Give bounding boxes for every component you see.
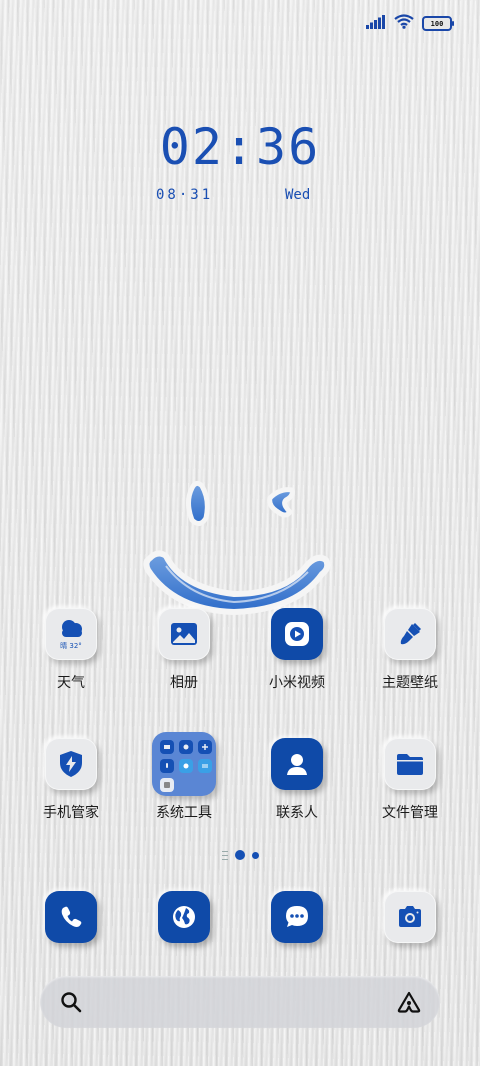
phone-icon: [45, 891, 97, 943]
folder-icon: [152, 732, 216, 796]
app-label: 天气: [57, 675, 85, 691]
status-bar: 100: [366, 14, 454, 33]
clock-widget[interactable]: 02:36: [0, 118, 480, 176]
app-gallery[interactable]: 相册: [134, 608, 234, 692]
app-themes[interactable]: 主题壁纸: [360, 608, 460, 692]
dock-camera[interactable]: [384, 891, 436, 943]
app-file-manager[interactable]: 文件管理: [360, 738, 460, 822]
dock-browser[interactable]: [158, 891, 210, 943]
battery-icon: 100: [422, 16, 454, 31]
clock-day: Wed: [285, 187, 311, 203]
wifi-icon: [394, 14, 414, 33]
shield-bolt-icon: [45, 738, 97, 790]
browser-globe-icon: [158, 891, 210, 943]
search-bar[interactable]: [40, 976, 440, 1028]
app-label: 文件管理: [382, 805, 438, 821]
paint-brush-icon: [384, 608, 436, 660]
app-label: 手机管家: [43, 805, 99, 821]
mini-app-icon: [179, 740, 193, 754]
app-mi-video[interactable]: 小米视频: [247, 608, 347, 692]
clock-time: 02:36: [159, 118, 321, 176]
file-folder-icon: [384, 738, 436, 790]
battery-level: 100: [430, 19, 444, 28]
weather-icon: 晴 32°: [45, 608, 97, 660]
app-label: 相册: [170, 675, 198, 691]
app-contacts[interactable]: 联系人: [247, 738, 347, 822]
app-label: 系统工具: [156, 805, 212, 821]
weather-temp: 晴 32°: [60, 642, 82, 650]
page-dot: [251, 851, 259, 859]
contact-icon: [271, 738, 323, 790]
camera-icon: [384, 891, 436, 943]
app-label: 主题壁纸: [382, 675, 438, 691]
page-dot-active: [234, 850, 245, 860]
app-security[interactable]: 手机管家: [21, 738, 121, 822]
dock-messages[interactable]: [271, 891, 323, 943]
mini-app-icon: [198, 759, 212, 773]
mini-app-icon: [160, 778, 174, 792]
mini-app-icon: [179, 759, 193, 773]
app-label: 小米视频: [269, 675, 325, 691]
clock-date: 08·31: [156, 187, 214, 203]
mini-app-icon: [198, 740, 212, 754]
app-label: 联系人: [276, 805, 318, 821]
app-list-indicator-icon: [221, 850, 228, 860]
dock-phone[interactable]: [45, 891, 97, 943]
smiley-wallpaper-art: [143, 480, 331, 616]
search-icon[interactable]: [60, 991, 82, 1017]
assistant-icon[interactable]: [396, 990, 422, 1018]
mini-app-icon: [160, 759, 174, 773]
mini-app-icon: [160, 740, 174, 754]
page-indicator[interactable]: [0, 850, 480, 860]
app-folder-system-tools[interactable]: 系统工具: [134, 732, 234, 822]
app-weather[interactable]: 晴 32° 天气: [21, 608, 121, 692]
signal-icon: [366, 14, 386, 33]
video-play-icon: [271, 608, 323, 660]
gallery-icon: [158, 608, 210, 660]
messages-icon: [271, 891, 323, 943]
